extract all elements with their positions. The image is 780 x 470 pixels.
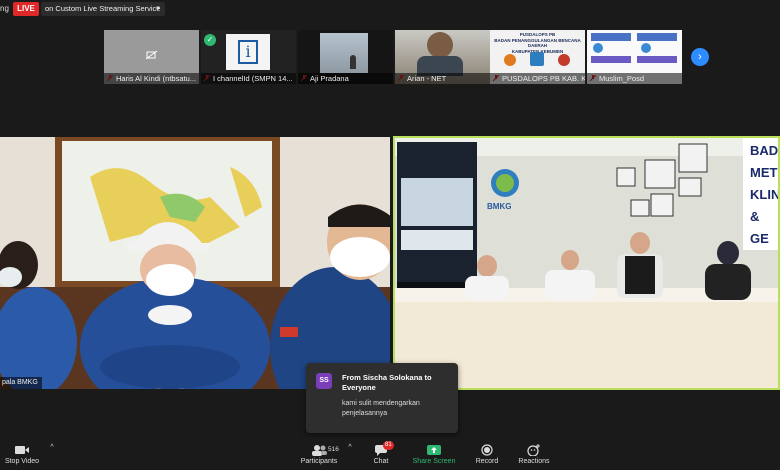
video-tile-left[interactable] <box>0 137 390 389</box>
participant-name: Muslim_Posd <box>587 73 682 84</box>
info-icon: i <box>238 40 258 64</box>
participant-strip: Haris Al Kindi (ntbsatu... i I channelId… <box>104 30 684 84</box>
participant-thumb[interactable]: Arian - NET <box>395 30 490 84</box>
chat-sender: From Sischa Solokana to Everyone <box>342 373 432 392</box>
chat-message: kami sulit mendengarkan penjelasannya <box>342 400 420 417</box>
banner-text: KLIN <box>750 187 780 202</box>
live-badge[interactable]: LIVE <box>13 2 39 16</box>
participant-name: Arian - NET <box>395 73 490 84</box>
participants-button[interactable]: Participants <box>296 438 342 470</box>
participants-label: Participants <box>300 458 338 465</box>
participant-name: Aji Pradana <box>298 73 393 84</box>
participants-options-caret[interactable]: ^ <box>345 438 355 470</box>
speaker-name-label: pala BMKG <box>0 377 42 389</box>
chat-unread-badge: 81 <box>383 441 394 450</box>
chevron-down-icon: ▼ <box>155 6 161 12</box>
record-icon <box>481 444 493 456</box>
participant-thumb[interactable]: PUSDALOPS PB BADAN PENANGGULANGAN BENCAN… <box>490 30 585 84</box>
participants-count: 516 <box>328 446 339 453</box>
participant-thumb[interactable]: Muslim_Posd <box>587 30 682 84</box>
thumb-text: BADAN PENANGGULANGAN BENCANA DAERAH <box>494 37 581 49</box>
stop-video-button[interactable]: Stop Video <box>0 438 44 470</box>
video-options-caret[interactable]: ^ <box>47 438 57 470</box>
reactions-button[interactable]: Reactions <box>516 438 552 470</box>
share-screen-button[interactable]: Share Screen <box>410 438 458 470</box>
participant-video <box>320 33 368 73</box>
banner-text: & GE <box>750 209 769 246</box>
banner-text: BAD <box>750 143 779 158</box>
check-icon: ✓ <box>204 34 216 46</box>
participant-thumb[interactable]: Haris Al Kindi (ntbsatu... <box>104 30 199 84</box>
video-tile-right-active[interactable]: BAD MET KLIN & GE BMKG <box>393 136 780 390</box>
video-camera-icon <box>15 446 29 454</box>
chevron-right-icon: › <box>698 51 702 63</box>
participant-name: PUSDALOPS PB KAB. K... <box>490 73 585 84</box>
participant-thumb[interactable]: Aji Pradana <box>298 30 393 84</box>
chat-notification[interactable]: SS From Sischa Solokana to Everyone kami… <box>306 363 458 433</box>
chevron-up-icon: ^ <box>348 444 352 451</box>
top-bar: ng LIVE on Custom Live Streaming Service… <box>0 0 780 20</box>
participants-icon <box>312 445 327 456</box>
share-screen-label: Share Screen <box>412 458 456 465</box>
record-label: Record <box>475 458 499 465</box>
camera-off-icon <box>146 50 158 60</box>
chevron-up-icon: ^ <box>50 444 54 451</box>
share-screen-icon <box>427 445 441 455</box>
next-page-button[interactable]: › <box>691 48 709 66</box>
info-tile: i <box>226 34 270 70</box>
live-stream-label: on Custom Live Streaming Service <box>45 4 161 13</box>
video-scene-right <box>395 138 778 388</box>
chat-label: Chat <box>373 458 389 465</box>
bmkg-logo-text: BMKG <box>487 202 512 211</box>
record-button[interactable]: Record <box>472 438 502 470</box>
recording-label: ng <box>0 4 9 13</box>
avatar: SS <box>316 373 332 389</box>
smiley-plus-icon <box>527 444 540 456</box>
live-stream-dropdown[interactable]: on Custom Live Streaming Service ▼ <box>41 2 165 16</box>
participant-name: Haris Al Kindi (ntbsatu... <box>104 73 199 84</box>
stop-video-label: Stop Video <box>4 458 40 465</box>
meeting-toolbar: Stop Video ^ Participants 516 ^ Chat 81 … <box>0 438 780 470</box>
reactions-label: Reactions <box>518 458 550 465</box>
participant-name: I channelId (SMPN 14... <box>201 73 296 84</box>
banner-text: MET <box>750 165 778 180</box>
video-scene-left <box>0 137 390 389</box>
